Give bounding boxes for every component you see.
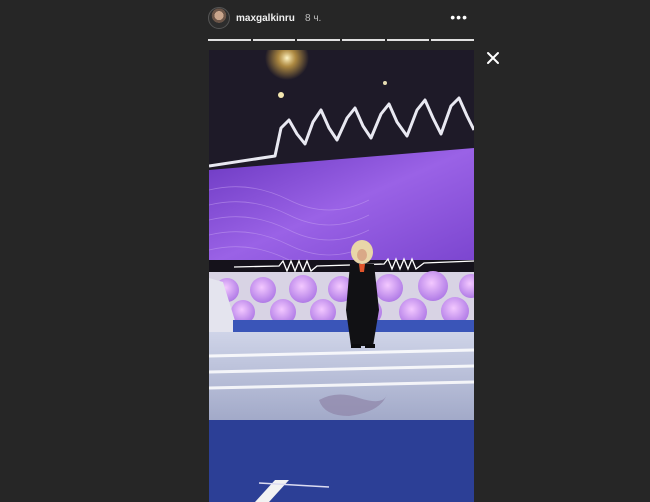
progress-segment bbox=[252, 39, 296, 41]
story-progress-bar bbox=[208, 39, 475, 41]
progress-segment bbox=[208, 39, 251, 41]
progress-segment bbox=[297, 39, 341, 41]
avatar[interactable] bbox=[208, 7, 230, 29]
close-icon[interactable] bbox=[486, 51, 500, 65]
progress-segment bbox=[386, 39, 430, 41]
stage-photo bbox=[209, 50, 474, 502]
story-header: maxgalkinru 8 ч. ••• bbox=[208, 6, 474, 32]
story-timestamp: 8 ч. bbox=[305, 13, 322, 24]
progress-segment bbox=[342, 39, 385, 41]
progress-segment bbox=[431, 39, 475, 41]
username-link[interactable]: maxgalkinru bbox=[236, 13, 295, 24]
more-options-icon[interactable]: ••• bbox=[450, 9, 468, 25]
story-media[interactable] bbox=[209, 50, 474, 502]
